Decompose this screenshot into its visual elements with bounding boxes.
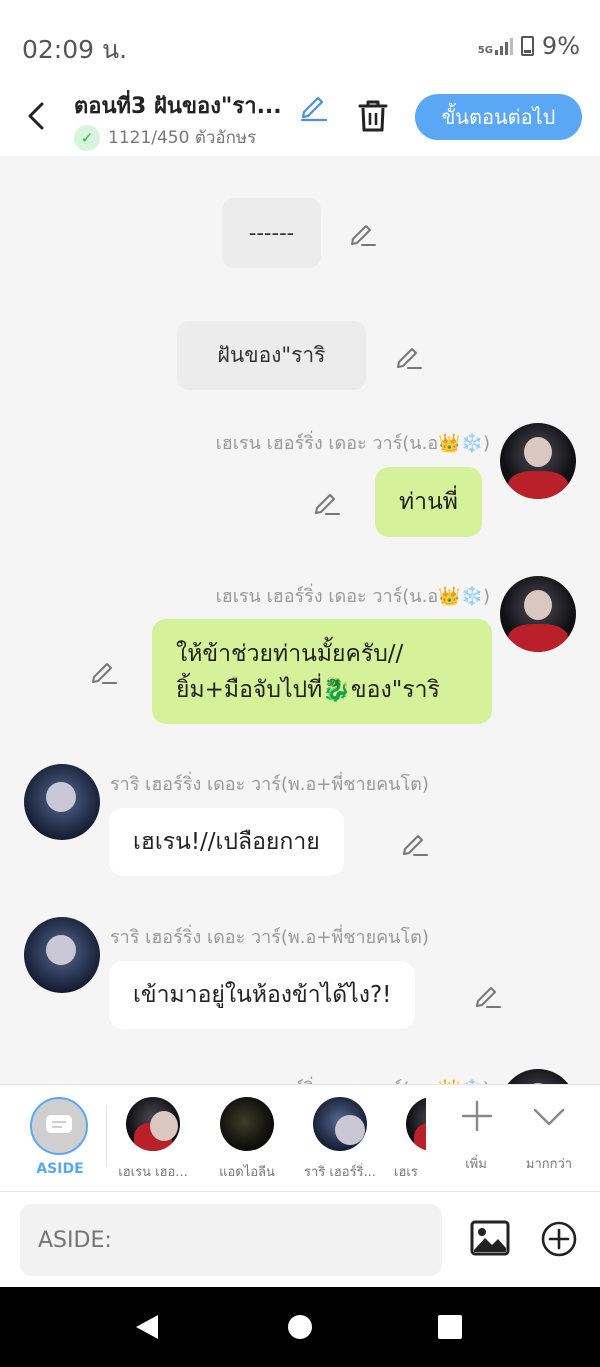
- nav-recents-icon[interactable]: [438, 1315, 462, 1339]
- speaker-name: เฮเรน เฮอร์ริ่ง เดอะ วาร์(น.อ👑❄️): [216, 1074, 490, 1084]
- message-bubble[interactable]: ท่านพี่: [375, 467, 482, 537]
- message-bubble[interactable]: ให้ข้าช่วยท่านมั้ยครับ// ยิ้ม+มือจับไปที…: [152, 619, 492, 724]
- compose-area: [0, 1191, 600, 1287]
- chat-area[interactable]: ------ ฝันของ"ราริ เฮเรน เฮอร์ริ่ง เดอะ …: [0, 156, 600, 1084]
- character-label: แอดไอลีน: [219, 1165, 275, 1180]
- edit-pencil-icon[interactable]: [394, 341, 424, 371]
- trash-icon[interactable]: [356, 98, 390, 134]
- character-avatar[interactable]: [406, 1097, 426, 1151]
- add-circle-icon[interactable]: [540, 1220, 578, 1258]
- edit-pencil-icon[interactable]: [312, 487, 342, 517]
- character-selector: ASIDE เฮเรน เฮอ... แอดไอลีน ราริ เฮอร์ริ…: [0, 1084, 600, 1191]
- check-icon: ✓: [74, 124, 100, 151]
- speaker-name: ราริ เฮอร์ริ่ง เดอะ วาร์(พ.อ+พี่ชายคนโต): [110, 927, 429, 948]
- character-avatar[interactable]: [126, 1097, 180, 1151]
- character-label: เฮเรน เฮอ...: [118, 1165, 188, 1180]
- narration-bubble[interactable]: ------: [222, 198, 321, 268]
- speech-bubble-icon: [46, 1115, 72, 1133]
- aside-label: ASIDE: [36, 1161, 84, 1177]
- avatar[interactable]: [500, 1069, 576, 1084]
- avatar[interactable]: [24, 764, 100, 840]
- nav-back-icon[interactable]: [134, 1313, 162, 1341]
- chevron-down-icon[interactable]: [532, 1105, 566, 1129]
- back-arrow-icon[interactable]: [22, 98, 52, 134]
- aside-button[interactable]: [30, 1097, 88, 1155]
- edit-pencil-icon[interactable]: [400, 828, 430, 858]
- edit-pencil-icon[interactable]: [348, 218, 378, 248]
- nav-home-icon[interactable]: [288, 1315, 312, 1339]
- avatar[interactable]: [500, 423, 576, 499]
- character-avatar[interactable]: [220, 1097, 274, 1151]
- speaker-name: เฮเรน เฮอร์ริ่ง เดอะ วาร์(น.อ👑❄️): [215, 433, 490, 454]
- edit-title-pencil-icon[interactable]: [298, 90, 330, 122]
- message-bubble[interactable]: เฮเรน!//เปลือยกาย: [109, 808, 344, 876]
- more-label: มากกว่า: [525, 1157, 573, 1172]
- image-icon[interactable]: [470, 1220, 510, 1256]
- speaker-name: เฮเรน เฮอร์ริ่ง เดอะ วาร์(น.อ👑❄️): [215, 586, 490, 607]
- signal-icon: 5G: [478, 37, 513, 56]
- edit-pencil-icon[interactable]: [473, 980, 503, 1010]
- next-step-button[interactable]: ขั้นตอนต่อไป: [415, 94, 582, 140]
- status-time: 02:09 น.: [22, 35, 128, 64]
- message-bubble[interactable]: เข้ามาอยู่ในห้องข้าได้ไง?!: [109, 961, 416, 1029]
- word-count: 1121/450 ตัวอักษร: [108, 128, 257, 148]
- character-avatar[interactable]: [313, 1097, 367, 1151]
- system-nav-bar: [0, 1287, 600, 1367]
- message-input[interactable]: [20, 1204, 442, 1276]
- edit-pencil-icon[interactable]: [89, 656, 119, 686]
- battery-level: 9%: [541, 32, 580, 60]
- character-label: ราริ เฮอร์ริ่...: [304, 1165, 376, 1180]
- add-label: เพิ่ม: [465, 1157, 487, 1172]
- avatar[interactable]: [24, 917, 100, 993]
- avatar[interactable]: [500, 576, 576, 652]
- episode-header: ตอนที่3 ฝันของ"รา... ✓ 1121/450 ตัวอักษร…: [0, 84, 600, 156]
- episode-title[interactable]: ตอนที่3 ฝันของ"รา...: [74, 88, 294, 123]
- add-character-icon[interactable]: [460, 1099, 494, 1133]
- speaker-name: ราริ เฮอร์ริ่ง เดอะ วาร์(พ.อ+พี่ชายคนโต): [110, 774, 429, 795]
- narration-bubble[interactable]: ฝันของ"ราริ: [177, 321, 366, 390]
- status-bar: 02:09 น. 5G 9%: [0, 0, 600, 84]
- character-label: เฮเร: [394, 1165, 418, 1180]
- battery-icon: [520, 36, 534, 56]
